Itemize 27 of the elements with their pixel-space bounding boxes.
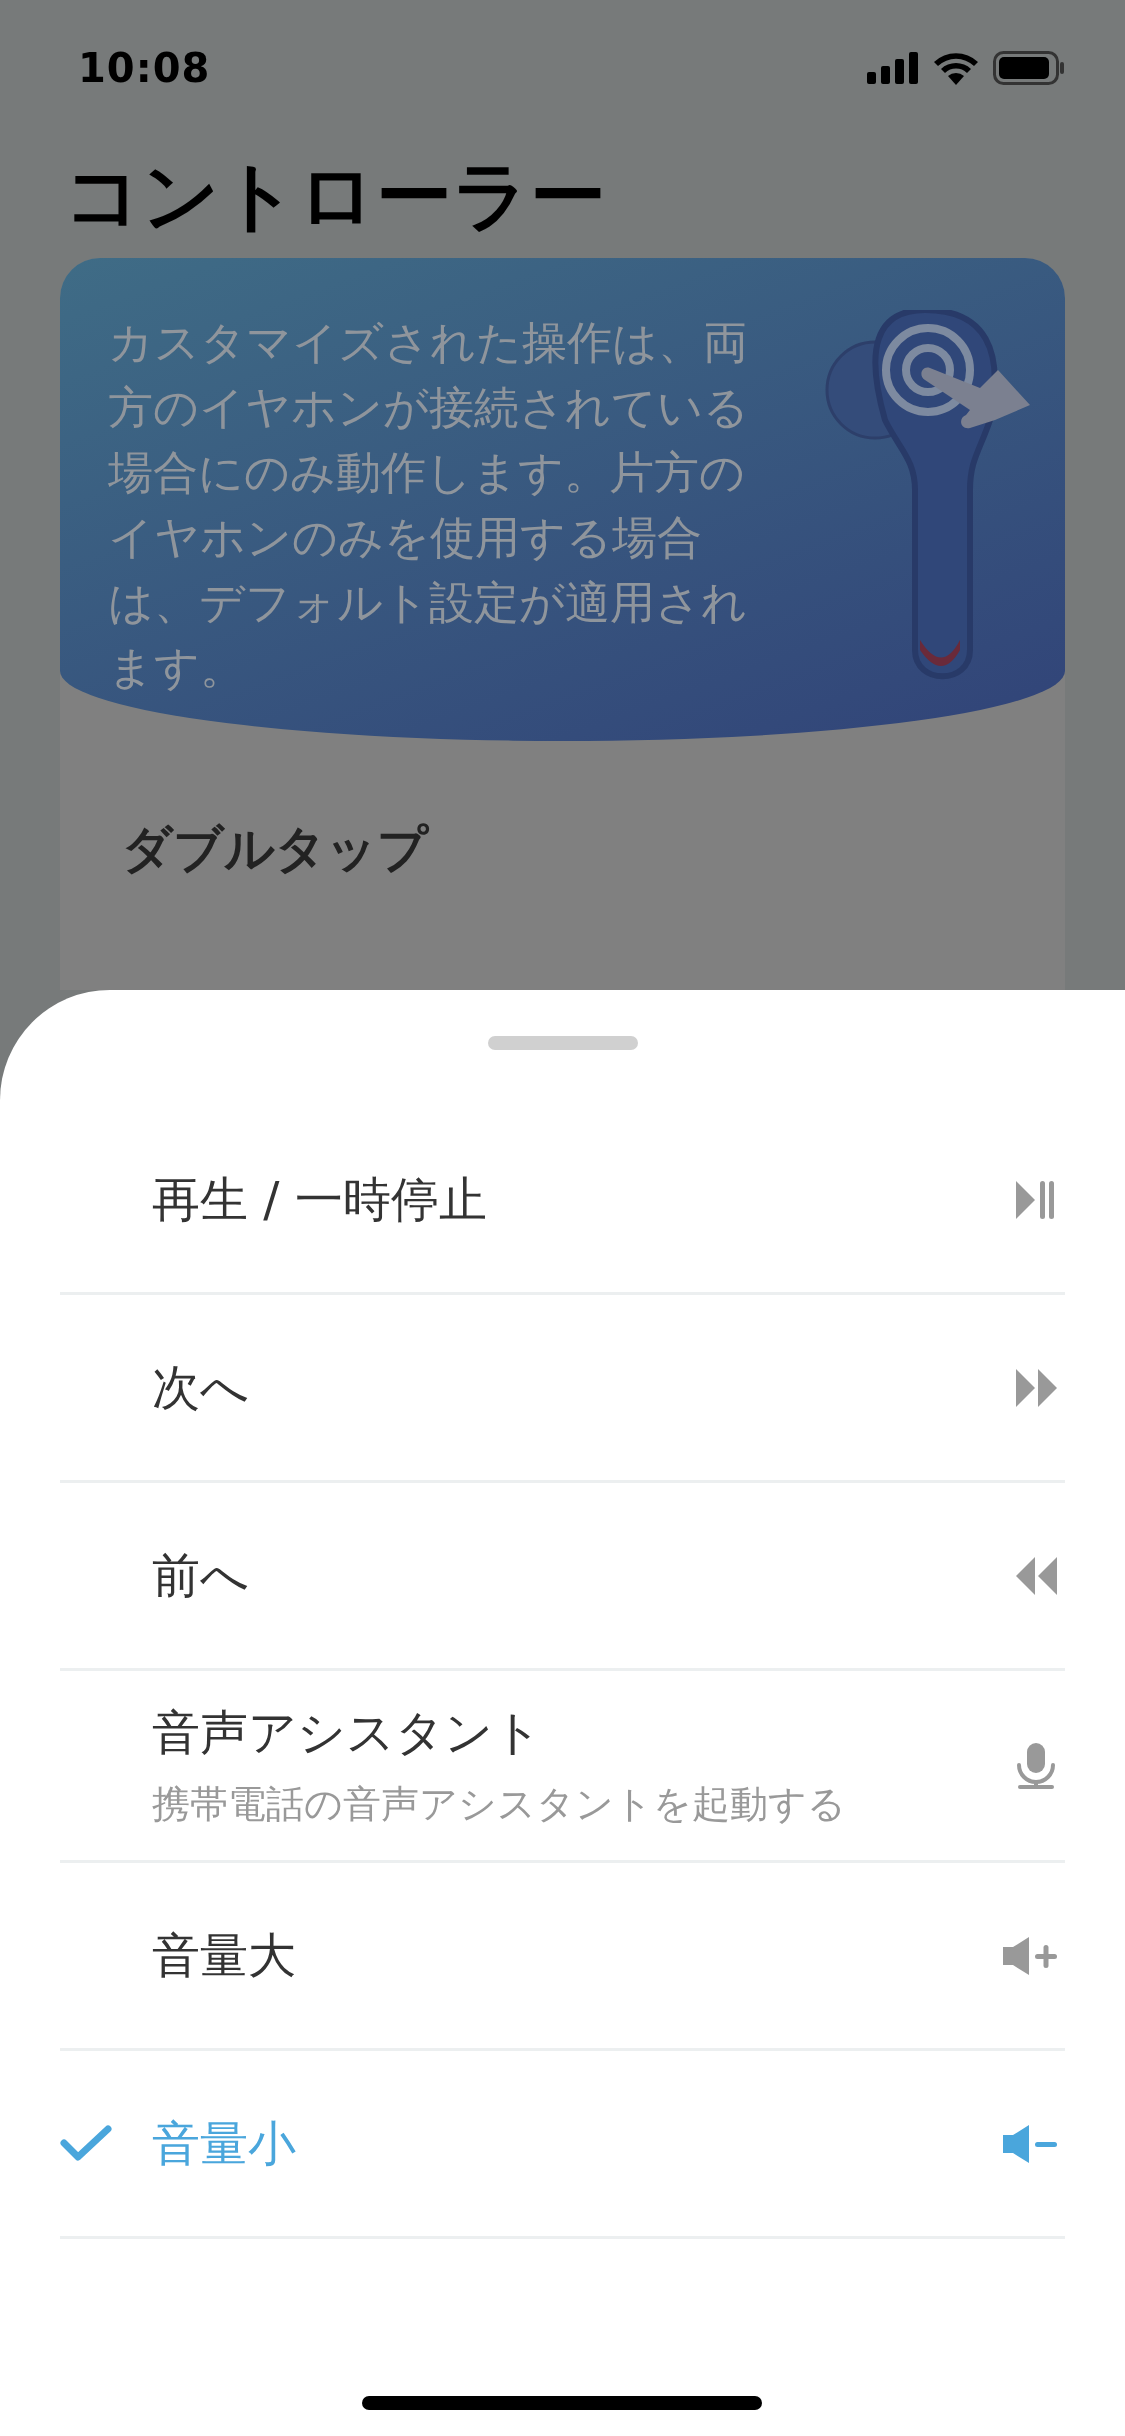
info-text: カスタマイズされた操作は、両方のイヤホンが接続されている場合にのみ動作します。片方のイヤホンのみを使用する場合は、デフォルト設定が適用されます。 <box>108 315 750 696</box>
page-title: コントローラー <box>64 150 607 242</box>
option-description: 携帯電話の音声アシスタントを起動する <box>152 1781 847 1828</box>
sheet-handle[interactable] <box>487 1036 638 1050</box>
play-pause-icon <box>1016 1180 1057 1219</box>
rewind-icon <box>1016 1556 1057 1595</box>
volume-up-icon <box>1003 1936 1057 1975</box>
battery-icon <box>993 51 1065 85</box>
option-label: 音声アシスタント <box>152 1703 543 1762</box>
option-row[interactable]: 再生 / 一時停止 <box>60 1107 1065 1295</box>
option-row[interactable]: 音声アシスタント 携帯電話の音声アシスタントを起動する <box>60 1671 1065 1863</box>
option-label: 前へ <box>152 1545 250 1605</box>
option-label: 次へ <box>152 1357 250 1417</box>
option-label: 音量大 <box>152 1925 297 1985</box>
volume-down-icon <box>1003 2124 1057 2163</box>
fast-forward-icon <box>1016 1368 1057 1407</box>
microphone-icon <box>1015 1742 1057 1789</box>
option-row[interactable]: 前へ <box>60 1483 1065 1671</box>
option-row[interactable]: 音量大 <box>60 1863 1065 2051</box>
option-label: 再生 / 一時停止 <box>152 1169 488 1229</box>
status-time: 10:08 <box>78 45 211 91</box>
option-label: 音量小 <box>152 2113 297 2173</box>
checkmark-icon <box>60 2124 112 2163</box>
wifi-icon <box>933 51 979 85</box>
signal-icon <box>867 52 919 84</box>
section-heading: ダブルタップ <box>121 819 430 880</box>
option-row[interactable]: 次へ <box>60 1295 1065 1483</box>
